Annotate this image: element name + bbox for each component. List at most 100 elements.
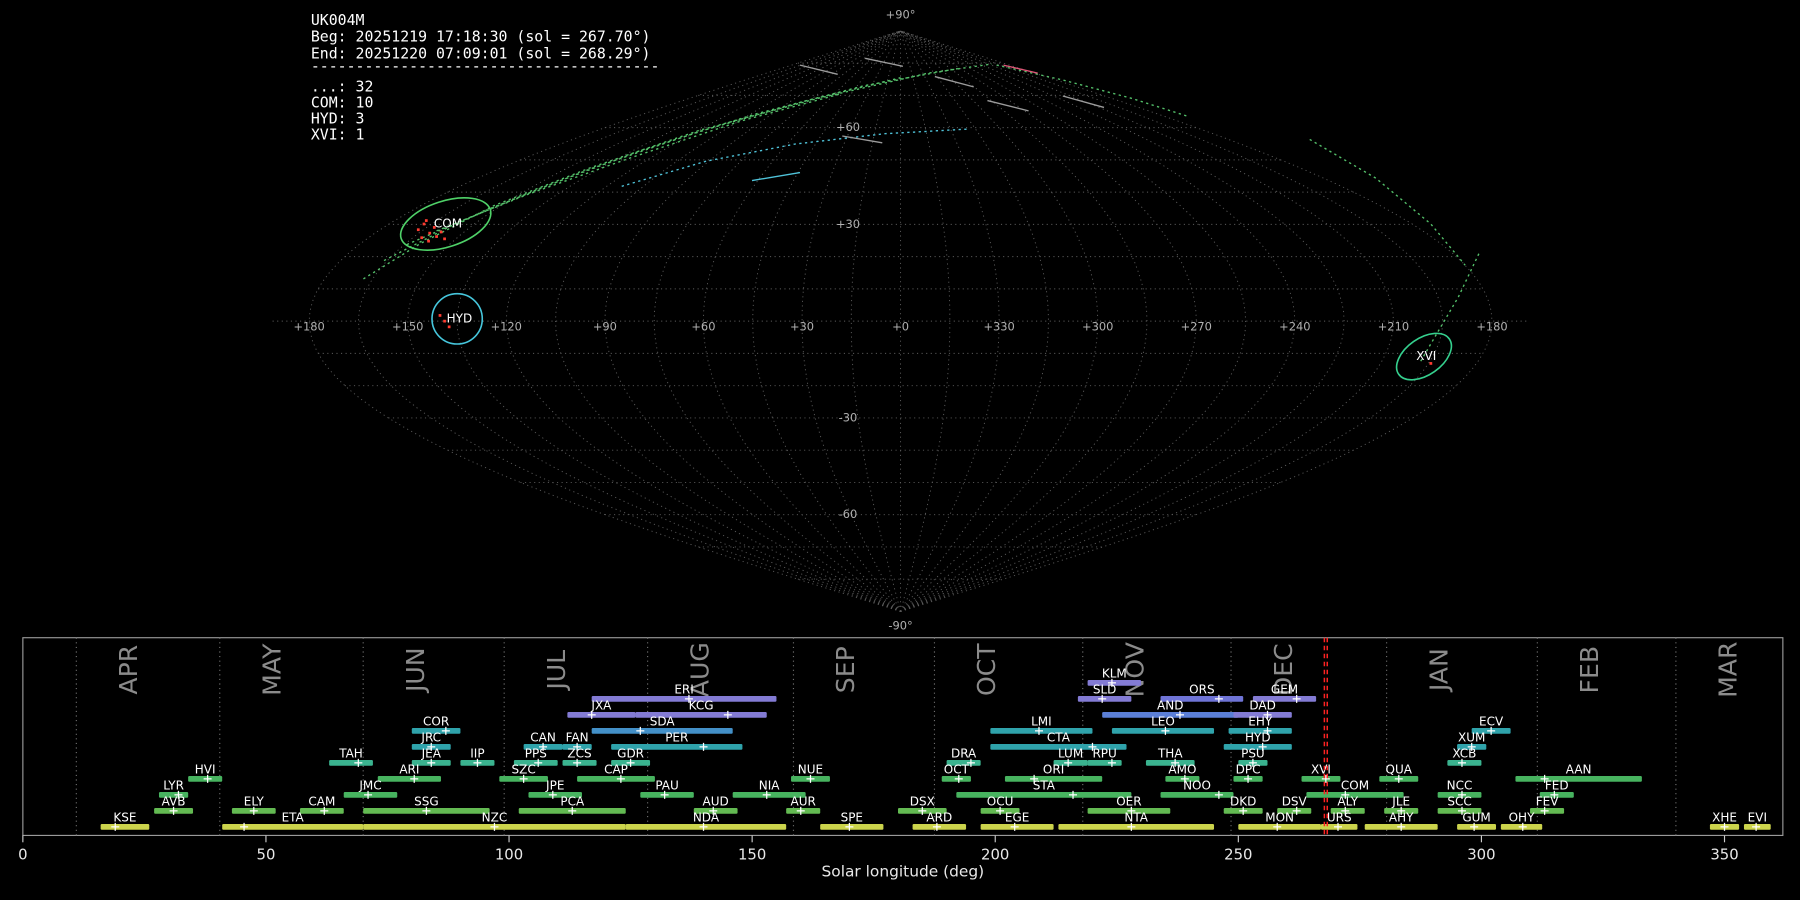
lon-label: +90 <box>593 319 617 333</box>
shower-label-NUE: NUE <box>798 763 823 777</box>
lon-label: +120 <box>491 319 522 333</box>
shower-label-SZC: SZC <box>512 763 536 777</box>
radiant-track <box>800 65 838 74</box>
shower-label-THA: THA <box>1157 747 1183 761</box>
shower-label-QUA: QUA <box>1386 763 1413 777</box>
shower-bar-TAH <box>329 760 373 766</box>
shower-bar-KSE <box>101 824 150 830</box>
shower-label-FAN: FAN <box>566 731 589 745</box>
shower-bar-ARI <box>378 776 441 782</box>
shower-label-SPE: SPE <box>841 811 863 825</box>
meteor-dot <box>435 235 438 238</box>
shower-label-NZC: NZC <box>482 811 508 825</box>
shower-label-OCU: OCU <box>987 795 1014 809</box>
meridian-line <box>901 31 1345 612</box>
shower-label-KSE: KSE <box>113 811 136 825</box>
radiant-track <box>363 64 992 279</box>
radiant-plot-page: +180+150+120+90+60+30+0+330+300+270+240+… <box>0 0 1800 900</box>
shower-label-NIA: NIA <box>759 779 781 793</box>
shower-bar-XVI <box>1302 776 1341 782</box>
meteor-dot <box>420 236 423 239</box>
shower-label-ORS: ORS <box>1189 683 1214 697</box>
radiant-track <box>1310 139 1465 265</box>
lon-label: +240 <box>1279 319 1310 333</box>
shower-label-COM: COM <box>1341 779 1369 793</box>
month-label: SEP <box>831 646 860 693</box>
shower-label-LYR: LYR <box>163 779 184 793</box>
shower-label-NOO: NOO <box>1183 779 1211 793</box>
shower-bar-CAP <box>577 776 655 782</box>
radiant-track <box>437 94 842 231</box>
shower-label-XHE: XHE <box>1712 811 1737 825</box>
meteor-dot <box>423 223 426 226</box>
shower-label-KLM: KLM <box>1102 667 1127 681</box>
shower-label-DPC: DPC <box>1236 763 1261 777</box>
tick-label: 200 <box>981 845 1009 863</box>
meteor-dot <box>439 314 442 317</box>
shower-label-ALY: ALY <box>1337 795 1358 809</box>
month-label: JAN <box>1424 648 1453 693</box>
lat-label: -60 <box>839 507 858 521</box>
shower-label-LUM: LUM <box>1058 747 1083 761</box>
shower-label-JRC: JRC <box>420 731 441 745</box>
radiant-label-COM: COM <box>434 216 462 230</box>
shower-label-AND: AND <box>1157 699 1183 713</box>
shower-label-DRA: DRA <box>951 747 977 761</box>
header-info: UK004M Beg: 20251219 17:18:30 (sol = 267… <box>311 11 660 143</box>
radiant-track <box>752 173 800 181</box>
shower-bar-STA <box>956 792 1131 798</box>
shower-label-HVI: HVI <box>195 763 216 777</box>
tick-label: 50 <box>257 845 276 863</box>
sky-map-content: COMHYDXVI <box>363 58 1478 389</box>
meteor-dot <box>417 228 420 231</box>
shower-label-KCG: KCG <box>689 699 714 713</box>
shower-label-NTA: NTA <box>1124 811 1148 825</box>
radiant-track <box>622 129 967 186</box>
separator-line: --------------------------------------- <box>311 57 660 75</box>
shower-label-JMC: JMC <box>358 779 381 793</box>
shower-label-GDR: GDR <box>617 747 644 761</box>
sky-map-labels: +180+150+120+90+60+30+0+330+300+270+240+… <box>293 7 1507 632</box>
pole-label-bottom: -90° <box>888 619 912 633</box>
shower-label-AUR: AUR <box>791 795 816 809</box>
tick-label: 100 <box>495 845 523 863</box>
shower-label-AHY: AHY <box>1389 811 1414 825</box>
shower-label-URS: URS <box>1327 811 1352 825</box>
shower-label-EHY: EHY <box>1248 715 1273 729</box>
shower-bar-JXA <box>567 712 635 718</box>
shower-label-AUD: AUD <box>703 795 729 809</box>
radiant-track <box>384 69 958 261</box>
tick-label: 350 <box>1710 845 1738 863</box>
shower-label-PER: PER <box>665 731 688 745</box>
chart-border <box>23 638 1783 836</box>
shower-bar-AAN <box>1515 776 1641 782</box>
month-label: APR <box>114 645 143 695</box>
x-axis-label: Solar longitude (deg) <box>821 863 984 881</box>
station-id: UK004M <box>311 11 365 29</box>
shower-label-GEM: GEM <box>1271 683 1298 697</box>
lon-label: +270 <box>1181 319 1212 333</box>
lon-label: +30 <box>790 319 814 333</box>
shower-bar-SDA <box>592 728 733 734</box>
shower-label-CTA: CTA <box>1047 731 1071 745</box>
radiant-track <box>407 78 901 245</box>
shower-label-OER: OER <box>1116 795 1141 809</box>
shower-label-XUM: XUM <box>1458 731 1485 745</box>
lat-label: +30 <box>836 217 860 231</box>
shower-label-PPS: PPS <box>525 747 547 761</box>
shower-bar-RPU <box>1088 760 1122 766</box>
shower-label-JPE: JPE <box>545 779 564 793</box>
radiant-track <box>1063 96 1104 107</box>
shower-label-DAD: DAD <box>1249 699 1275 713</box>
shower-label-TAH: TAH <box>338 747 363 761</box>
shower-label-NDA: NDA <box>693 811 720 825</box>
lon-label: +150 <box>392 319 423 333</box>
shower-label-JEA: JEA <box>421 747 442 761</box>
lon-label: +0 <box>892 319 909 333</box>
shower-label-MON: MON <box>1265 811 1294 825</box>
meridian-line <box>457 31 901 612</box>
pole-label-top: +90° <box>886 7 916 21</box>
shower-label-HYD: HYD <box>1245 731 1271 745</box>
radiant-track <box>865 58 903 66</box>
lat-label: +60 <box>836 120 860 134</box>
